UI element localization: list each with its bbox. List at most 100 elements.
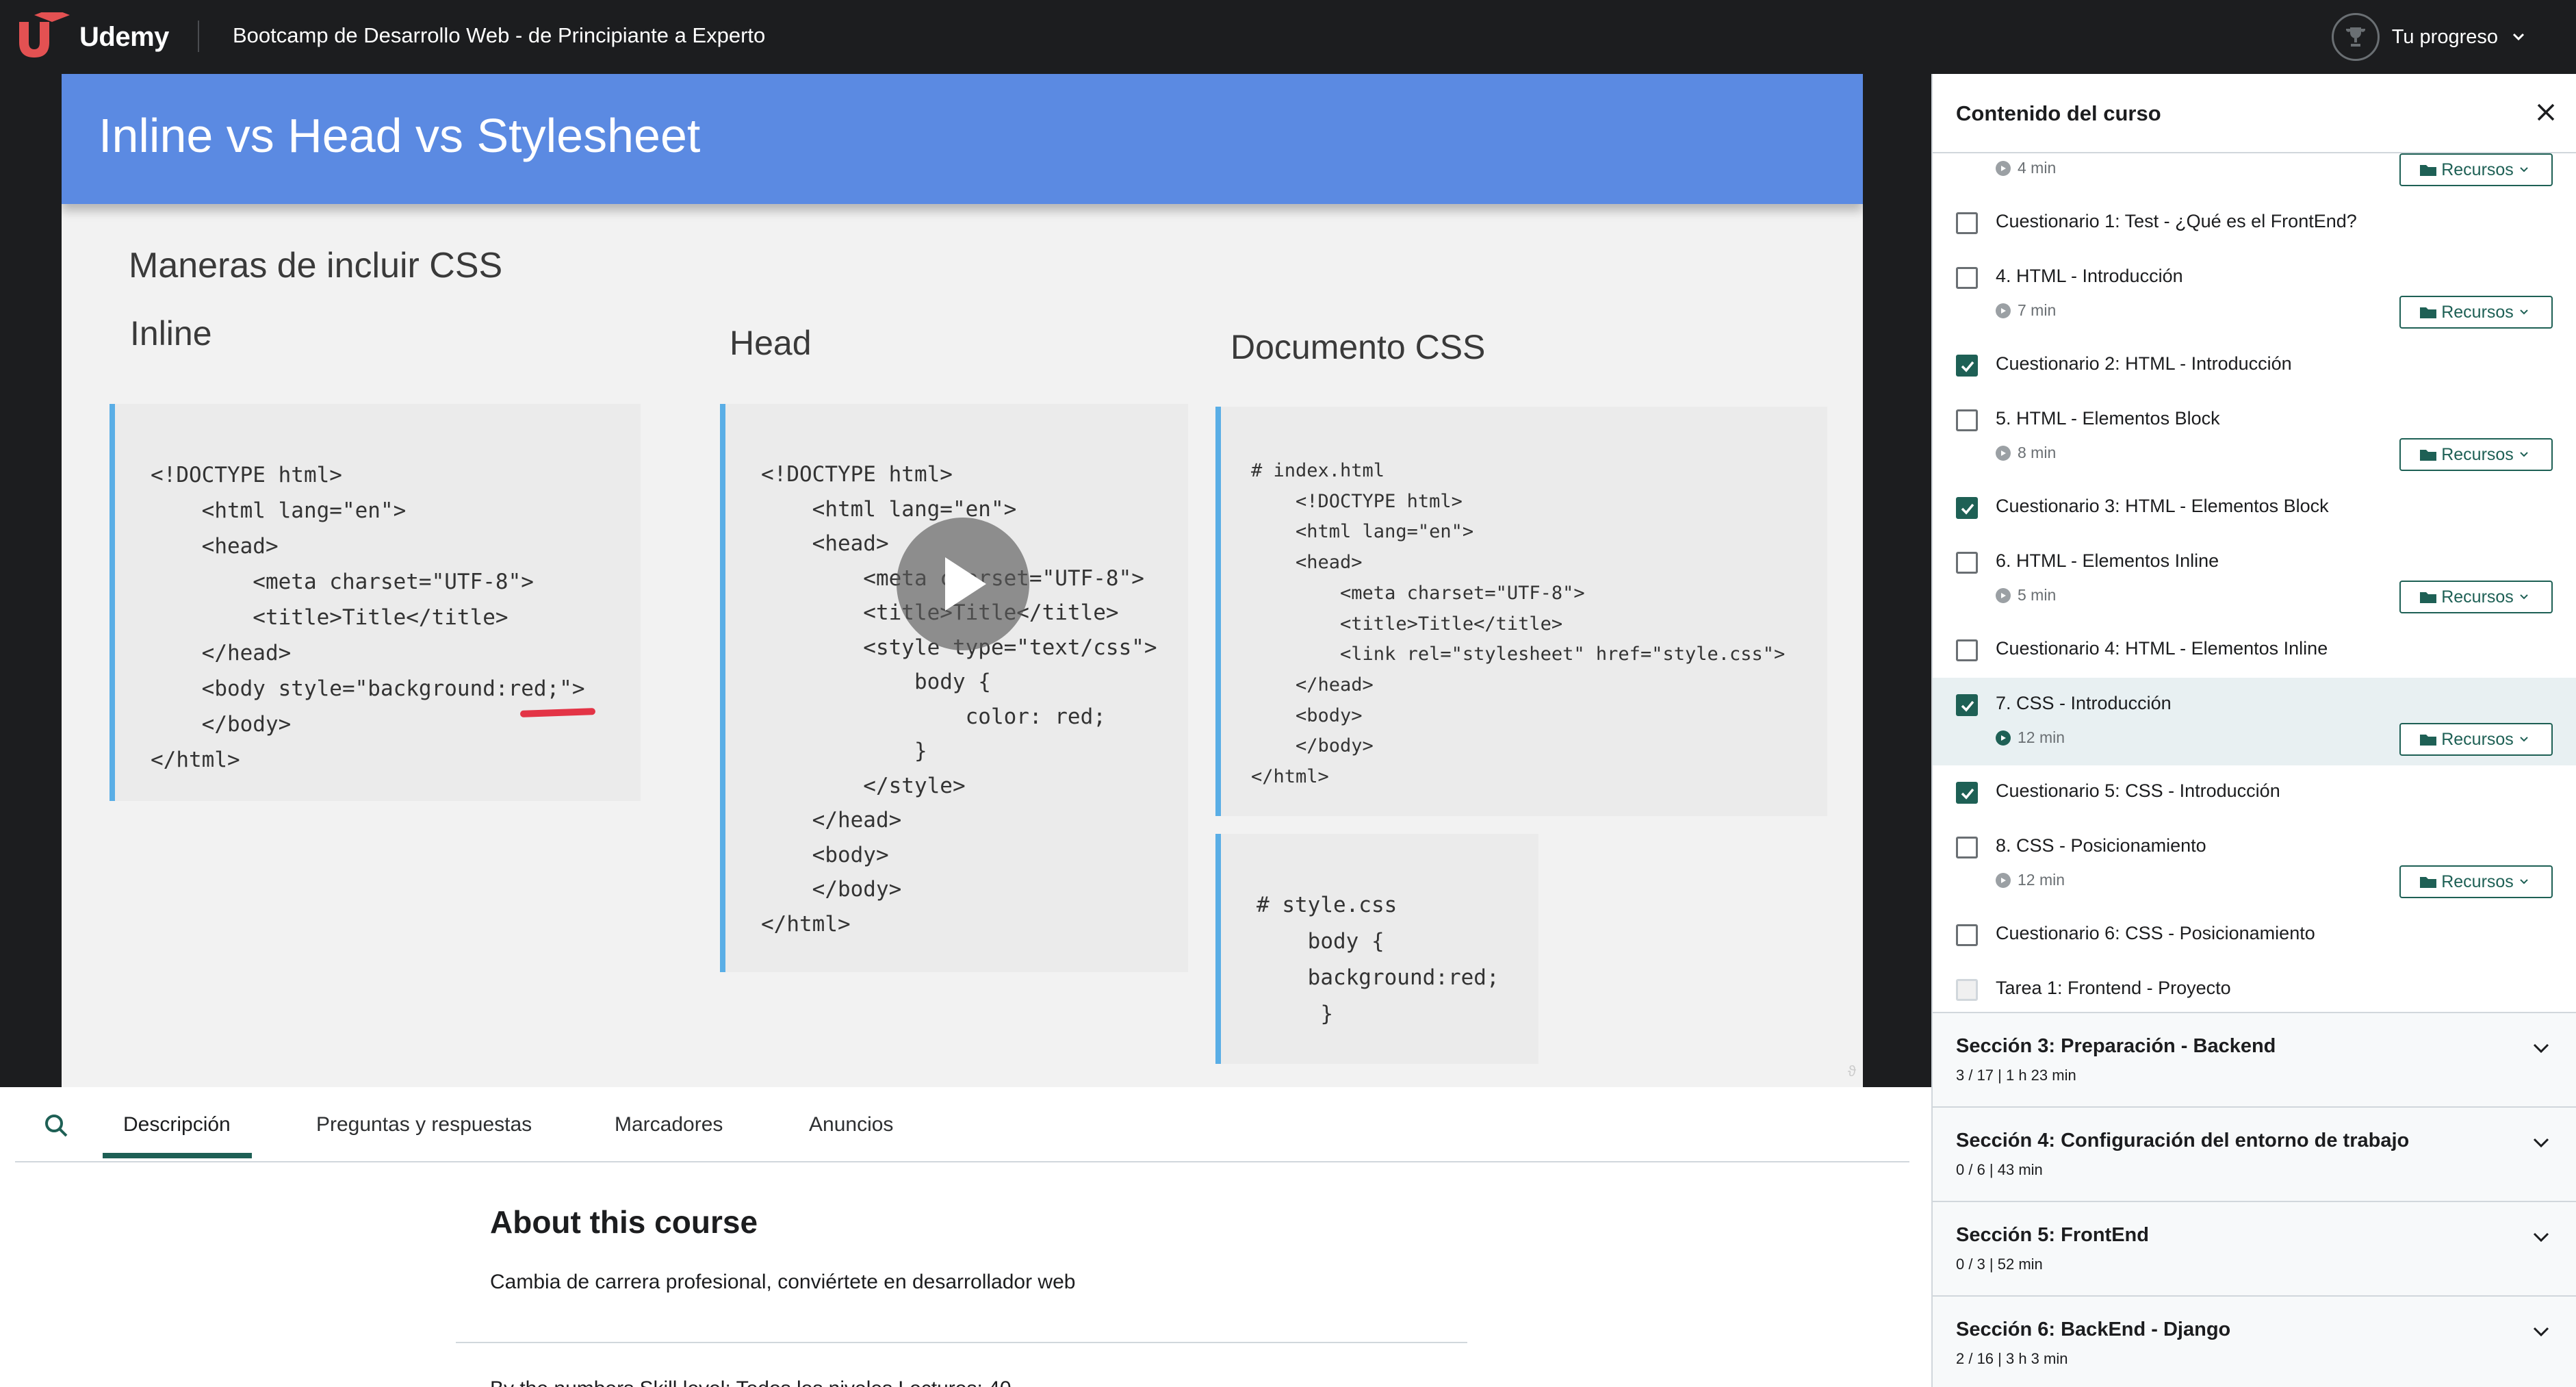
search-icon[interactable] <box>42 1112 70 1139</box>
completion-checkbox[interactable] <box>1956 694 1978 716</box>
item-title: Cuestionario 1: Test - ¿Qué es el FrontE… <box>1996 211 2357 231</box>
section-meta: 0 / 3 | 52 min <box>1956 1256 2043 1273</box>
item-duration: 4 min <box>1996 159 2056 177</box>
list-item[interactable]: 8. CSS - Posicionamiento 12 min Recursos <box>1933 820 2576 908</box>
item-duration: 12 min <box>1996 871 2065 889</box>
course-content-sidebar: Contenido del curso 4 min Recursos Cuest… <box>1931 74 2576 1387</box>
section-title: Sección 5: FrontEnd <box>1956 1224 2149 1246</box>
slide-subtitle: Maneras de incluir CSS <box>129 246 503 285</box>
chevron-down-icon <box>2520 879 2528 885</box>
video-player[interactable]: Inline vs Head vs Stylesheet Maneras de … <box>0 74 1931 1087</box>
resources-button[interactable]: Recursos <box>2399 296 2553 329</box>
tab-description[interactable]: Descripción <box>123 1113 231 1136</box>
section-header[interactable]: Sección 6: BackEnd - Django 2 / 16 | 3 h … <box>1933 1295 2576 1387</box>
section-meta: 2 / 16 | 3 h 3 min <box>1956 1350 2068 1367</box>
folder-icon <box>2420 165 2437 176</box>
completion-checkbox[interactable] <box>1956 497 1978 519</box>
top-bar: Udemy Bootcamp de Desarrollo Web - de Pr… <box>0 0 2576 74</box>
section-meta: 0 / 6 | 43 min <box>1956 1161 2043 1178</box>
udemy-logo-icon <box>19 12 70 58</box>
resources-label: Recursos <box>2441 160 2514 179</box>
list-item[interactable]: 5. HTML - Elementos Block 8 min Recursos <box>1933 393 2576 481</box>
close-icon[interactable] <box>2532 99 2560 126</box>
inline-heading: Inline <box>130 314 212 353</box>
code-style: # style.css body { background:red; } <box>1257 893 1499 1026</box>
completion-checkbox[interactable] <box>1956 837 1978 858</box>
code-block-head: <!DOCTYPE html> <html lang="en"> <head> … <box>720 404 1188 972</box>
list-item[interactable]: Cuestionario 4: HTML - Elementos Inline <box>1933 623 2576 678</box>
duration-text: 4 min <box>2018 159 2057 177</box>
folder-icon <box>2420 592 2437 603</box>
completion-checkbox[interactable] <box>1956 552 1978 574</box>
code-block-style: # style.css body { background:red; } <box>1215 834 1538 1064</box>
resources-label: Recursos <box>2441 871 2514 891</box>
duration-text: 8 min <box>2018 444 2057 461</box>
list-item[interactable]: Cuestionario 1: Test - ¿Qué es el FrontE… <box>1933 196 2576 251</box>
section-header[interactable]: Sección 3: Preparación - Backend 3 / 17 |… <box>1933 1012 2576 1106</box>
list-item[interactable]: Cuestionario 3: HTML - Elementos Block <box>1933 481 2576 535</box>
list-item[interactable]: Cuestionario 2: HTML - Introducción <box>1933 338 2576 393</box>
udemy-logo[interactable]: Udemy <box>14 12 169 62</box>
play-circle-icon <box>1996 872 2011 888</box>
completion-checkbox[interactable] <box>1956 639 1978 661</box>
list-item[interactable]: 4. HTML - Introducción 7 min Recursos <box>1933 251 2576 338</box>
resources-button[interactable]: Recursos <box>2399 153 2553 186</box>
tab-bookmarks[interactable]: Marcadores <box>615 1113 723 1136</box>
item-title: Cuestionario 2: HTML - Introducción <box>1996 353 2292 374</box>
progress-menu[interactable]: Tu progreso <box>2331 12 2527 62</box>
item-title: Cuestionario 6: CSS - Posicionamiento <box>1996 923 2315 943</box>
chevron-down-icon <box>2533 1327 2549 1337</box>
section-title: Sección 4: Configuración del entorno de … <box>1956 1130 2410 1151</box>
chevron-down-icon <box>2533 1043 2549 1054</box>
item-duration: 5 min <box>1996 586 2056 605</box>
completion-checkbox[interactable] <box>1956 782 1978 804</box>
course-tabs: Descripción Preguntas y respuestas Marca… <box>15 1087 1909 1162</box>
item-title: Cuestionario 5: CSS - Introducción <box>1996 780 2280 801</box>
list-item[interactable]: 6. HTML - Elementos Inline 5 min Recursos <box>1933 535 2576 623</box>
item-title: 8. CSS - Posicionamiento <box>1996 835 2206 856</box>
section-meta: 3 / 17 | 1 h 23 min <box>1956 1067 2076 1084</box>
check-icon <box>1961 788 1974 800</box>
trophy-icon <box>2331 13 2380 61</box>
tab-questions[interactable]: Preguntas y respuestas <box>316 1113 532 1136</box>
list-item[interactable]: Cuestionario 5: CSS - Introducción <box>1933 765 2576 820</box>
code-block-document: # index.html <!DOCTYPE html> <html lang=… <box>1215 407 1827 816</box>
check-icon <box>1961 361 1974 372</box>
duration-text: 7 min <box>2018 301 2057 319</box>
item-title: Tarea 1: Frontend - Proyecto <box>1996 978 2231 998</box>
item-title: 5. HTML - Elementos Block <box>1996 408 2220 429</box>
completion-checkbox[interactable] <box>1956 267 1978 289</box>
completion-checkbox[interactable] <box>1956 212 1978 234</box>
chevron-down-icon <box>2533 1232 2549 1243</box>
head-heading: Head <box>730 324 812 362</box>
resources-button[interactable]: Recursos <box>2399 438 2553 471</box>
list-item[interactable]: 7. CSS - Introducción 12 min Recursos <box>1933 678 2576 765</box>
completion-checkbox[interactable] <box>1956 979 1978 1001</box>
chevron-down-icon <box>2520 452 2528 457</box>
item-title: 6. HTML - Elementos Inline <box>1996 550 2219 571</box>
chevron-down-icon <box>2520 309 2528 315</box>
section-header[interactable]: Sección 4: Configuración del entorno de … <box>1933 1106 2576 1201</box>
chevron-down-icon <box>2520 594 2528 600</box>
course-title[interactable]: Bootcamp de Desarrollo Web - de Principi… <box>233 21 765 51</box>
completion-checkbox[interactable] <box>1956 409 1978 431</box>
chevron-down-icon <box>2520 167 2528 173</box>
resources-button[interactable]: Recursos <box>2399 865 2553 898</box>
about-stats-row: By the numbers Skill level: Todos los ni… <box>490 1377 1012 1387</box>
tab-announcements[interactable]: Anuncios <box>809 1113 893 1136</box>
play-button[interactable] <box>897 518 1029 650</box>
list-item[interactable]: 4 min Recursos <box>1933 153 2576 196</box>
check-icon <box>1961 700 1974 712</box>
item-duration: 7 min <box>1996 301 2056 320</box>
list-item[interactable]: Tarea 1: Frontend - Proyecto <box>1933 963 2576 1017</box>
play-circle-icon <box>1996 303 2011 318</box>
section-title: Sección 3: Preparación - Backend <box>1956 1035 2276 1057</box>
completion-checkbox[interactable] <box>1956 924 1978 946</box>
completion-checkbox[interactable] <box>1956 355 1978 377</box>
section-header[interactable]: Sección 5: FrontEnd 0 / 3 | 52 min <box>1933 1201 2576 1295</box>
list-item[interactable]: Cuestionario 6: CSS - Posicionamiento <box>1933 908 2576 963</box>
code-document: # index.html <!DOCTYPE html> <html lang=… <box>1251 460 1786 788</box>
resources-button[interactable]: Recursos <box>2399 581 2553 613</box>
resources-label: Recursos <box>2441 444 2514 464</box>
resources-button[interactable]: Recursos <box>2399 723 2553 756</box>
